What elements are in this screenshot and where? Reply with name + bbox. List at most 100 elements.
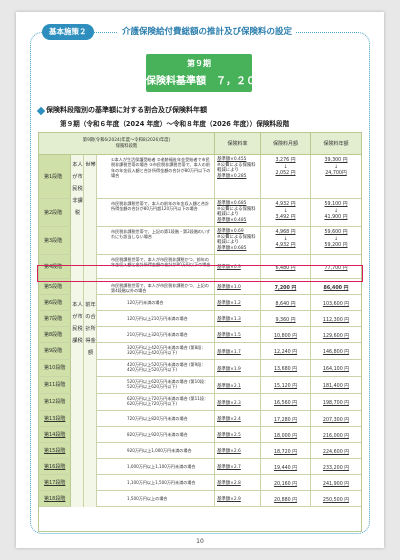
annual-value: 164,100 円 — [322, 367, 350, 372]
stage-label: 第15段階 — [39, 443, 71, 458]
monthly-value: 15,120 円 — [273, 384, 298, 389]
monthly-premium: 8,640 円 — [261, 295, 311, 310]
group-income: 前年の合計所得金額 — [84, 295, 97, 507]
premium-rate: 基準額×2.1 — [215, 377, 261, 393]
annual-premium: 233,200 円 — [311, 459, 361, 474]
monthly-value: 10,800 円 — [273, 333, 298, 339]
group-taxable-text: 本人が市民税課税 — [72, 302, 83, 344]
monthly-premium: 4,932 円 ↓ 3,492 円 — [261, 199, 311, 226]
monthly-value: 3,276 円 — [275, 158, 296, 163]
monthly-value: 17,280 円 — [273, 417, 298, 423]
annual-premium: 59,600 円 ↓ 59,200 円 — [311, 227, 361, 254]
premium-rate: 基準額×2.7 — [215, 459, 261, 474]
stage-description: ①本人が生活保護受給者 ②老齢福祉年金受給者で市民税非課税世帯の場合 ③市民税非… — [109, 155, 215, 198]
stage-description: 1,000万円以上1,100万円未満の場合 — [125, 459, 215, 474]
monthly-value: 4,932 円 — [275, 243, 296, 248]
group-taxable: 本人が市民税課税 — [71, 295, 84, 507]
stage-label: 第6段階 — [39, 295, 71, 310]
annual-value: 224,600 円 — [322, 449, 350, 455]
premium-rate: 基準額×2.9 — [215, 491, 261, 506]
annual-value: 181,400 円 — [322, 384, 350, 389]
table-section-title: 保険料段階別の基準額に対する割合及び保険料年額 — [46, 106, 207, 114]
stage-label: 第17段階 — [39, 475, 71, 490]
monthly-premium: 20,880 円 — [261, 491, 311, 506]
premium-rate: 基準額×1.5 — [215, 327, 261, 342]
table-header-row: 第9期(令和6(2024)年度～令和8(2026)年度) 保険料段階 保険料率 … — [39, 133, 361, 155]
premium-rate: 基準額×0.69 ※公費による保険料軽減により 基準額×0.685 — [215, 227, 261, 254]
rate-value: 基準額×2.8 — [217, 481, 241, 486]
stage-description: 820万円以上920万円未満の場合 — [125, 427, 215, 442]
annual-value: 198,700 円 — [322, 401, 350, 406]
rate-note: ※公費による保険料軽減により — [217, 162, 256, 174]
annual-value: 112,300 円 — [322, 317, 350, 323]
annual-premium: 216,000 円 — [311, 427, 361, 442]
annual-value: 241,900 円 — [322, 481, 350, 487]
stage-description: 420万円以上520万円未満の場合 (第9段：420万円以上520万円以下) — [125, 360, 215, 376]
stage-description: 1,100万円以上1,500万円未満の場合 — [125, 475, 215, 490]
monthly-premium: 16,560 円 — [261, 394, 311, 410]
annual-value: 59,600 円 — [324, 230, 348, 235]
annual-premium: 129,600 円 — [311, 327, 361, 342]
annual-value: 24,700円 — [325, 171, 347, 176]
annual-premium: 39,300 円 ↓ 24,700円 — [311, 155, 361, 198]
stage-label: 第7段階 — [39, 311, 71, 326]
monthly-premium: 4,968 円 ↓ 4,932 円 — [261, 227, 311, 254]
rate-value: 基準額×2.4 — [217, 417, 241, 422]
monthly-value: 18,000 円 — [273, 433, 298, 439]
monthly-premium: 15,120 円 — [261, 377, 311, 393]
stage-label: 第12段階 — [39, 394, 71, 410]
monthly-value: 2,052 円 — [275, 171, 296, 176]
annual-premium: 103,600 円 — [311, 295, 361, 310]
rate-value: 基準額×0.685 — [217, 245, 247, 251]
section-badge: 基本施策２ — [42, 24, 94, 40]
annual-premium: 224,600 円 — [311, 443, 361, 458]
stage-description: 120万円未満の場合 — [125, 295, 215, 310]
monthly-value: 16,560 円 — [273, 401, 298, 406]
stage-label: 第3段階 — [39, 227, 71, 254]
annual-value: 207,300 円 — [322, 417, 350, 423]
stage-description: 720万円以上820万円未満の場合 — [125, 411, 215, 426]
annual-premium: 207,300 円 — [311, 411, 361, 426]
monthly-premium: 18,720 円 — [261, 443, 311, 458]
table-section-subtitle: 第９期（令和６年度（2024 年度）～令和８年度（2026 年度））保険料段階 — [60, 120, 290, 128]
stage-label: 第13段階 — [39, 411, 71, 426]
stage-description: 520万円以上620万円未満の場合 (第10段：520万円以上620万円以下) — [125, 377, 215, 393]
rate-value: 基準額×0.285 — [217, 173, 247, 179]
rate-value: 基準額×2.6 — [217, 449, 241, 454]
annual-premium: 241,900 円 — [311, 475, 361, 490]
monthly-value: 13,680 円 — [273, 367, 298, 372]
base-premium-label: 保険料基準額 ７，２００円 — [146, 76, 276, 87]
premium-rate: 基準額×1.7 — [215, 343, 261, 359]
monthly-value: 20,880 円 — [273, 497, 298, 503]
group-household-text: 世帯 — [85, 162, 96, 168]
rate-value: 基準額×2.3 — [217, 400, 241, 406]
stage-description: 市民税非課税世帯で、本人の前年の年金収入額と合計所得金額の合計が80万円超120… — [109, 199, 215, 226]
stage-label: 第16段階 — [39, 459, 71, 474]
monthly-value: 18,720 円 — [273, 449, 298, 455]
monthly-premium: 17,280 円 — [261, 411, 311, 426]
annual-value: 233,200 円 — [322, 465, 350, 471]
monthly-premium: 18,000 円 — [261, 427, 311, 442]
rate-value: 基準額×2.9 — [217, 497, 241, 502]
header-annual: 保険料年額 — [323, 141, 349, 147]
annual-value: 59,100 円 — [324, 202, 348, 207]
stage-description: 市民税非課税世帯で、上記の第1段階・第2段階のいずれにも該当しない場合 — [109, 227, 215, 254]
group-nontaxable-text: 本人が市民税非課税 — [72, 162, 83, 216]
stage-label: 第14段階 — [39, 427, 71, 442]
annual-value: 216,000 円 — [322, 433, 350, 439]
stage-label: 第18段階 — [39, 491, 71, 506]
down-arrow-icon: ↓ — [333, 209, 339, 214]
premium-rate: 基準額×1.2 — [215, 295, 261, 310]
monthly-premium: 10,800 円 — [261, 327, 311, 342]
monthly-premium: 19,440 円 — [261, 459, 311, 474]
rate-value: 基準額×1.0 — [217, 285, 241, 290]
header-rate: 保険料率 — [215, 133, 261, 155]
premium-rate: 基準額×1.9 — [215, 360, 261, 376]
rate-note: ※公費による保険料軽減により — [217, 234, 256, 246]
premium-rate: 基準額×2.3 — [215, 394, 261, 410]
monthly-value: 19,440 円 — [273, 465, 298, 471]
rate-value: 基準額×1.9 — [217, 366, 241, 372]
rate-value: 基準額×2.1 — [217, 383, 241, 389]
page-number: 10 — [196, 538, 204, 545]
monthly-premium: 20,160 円 — [261, 475, 311, 490]
